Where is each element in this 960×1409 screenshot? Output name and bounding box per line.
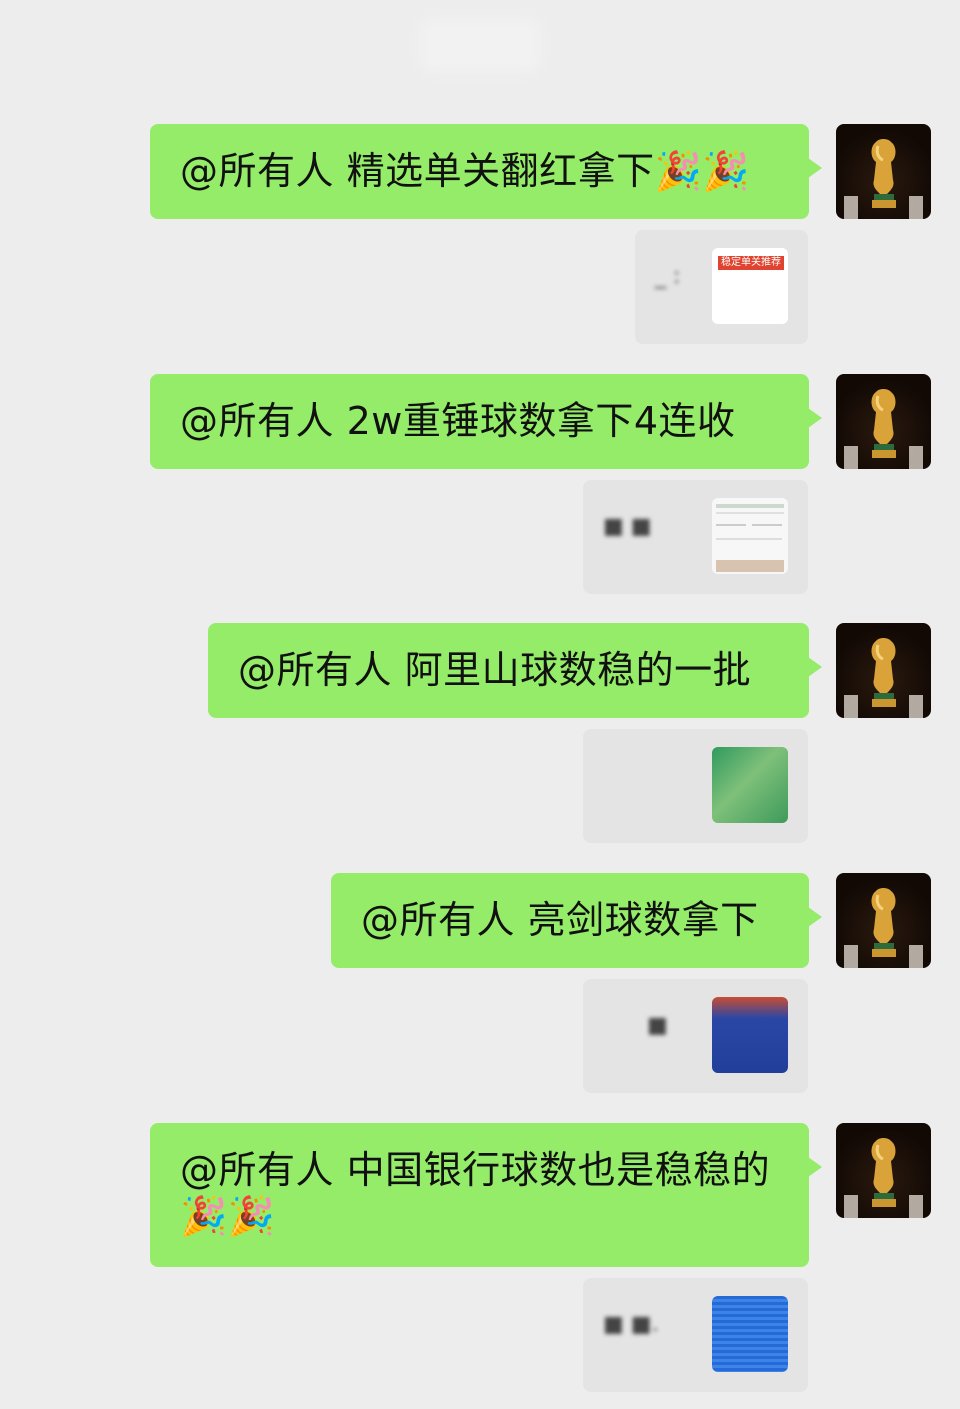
card-title: ■ [647,1013,668,1038]
message-text: @所有人 亮剑球数拿下 [361,898,759,942]
shared-card[interactable]: ■ [583,979,808,1093]
trophy-icon [844,389,923,469]
card-thumbnail [712,1296,788,1372]
message-text: @所有人 阿里山球数稳的一批 [238,648,752,692]
card-thumbnail [712,747,788,823]
blurred-timestamp [430,28,530,62]
card-title: ■ ■ [603,514,652,539]
message-text: @所有人 中国银行球数也是稳稳的🎉🎉 [180,1148,771,1238]
trophy-icon [844,1138,923,1218]
sender-avatar[interactable] [836,873,931,968]
message-bubble[interactable]: @所有人 2w重锤球数拿下4连收 [150,374,822,469]
card-thumbnail: 稳定单关推荐 [712,248,788,324]
sender-avatar[interactable] [836,1123,931,1218]
shared-card[interactable]: _ : 稳定单关推荐 [635,230,808,344]
message-text: @所有人 2w重锤球数拿下4连收 [180,399,736,443]
card-thumbnail [712,498,788,574]
shared-card[interactable]: ■ ■. [583,1278,808,1392]
trophy-icon [844,638,923,718]
shared-card[interactable] [583,729,808,843]
message-bubble[interactable]: @所有人 亮剑球数拿下 [331,873,822,968]
sender-avatar[interactable] [836,124,931,219]
card-title: ■ ■. [603,1312,659,1337]
trophy-icon [844,888,923,968]
thumbnail-tag: 稳定单关推荐 [718,256,784,270]
message-bubble[interactable]: @所有人 阿里山球数稳的一批 [208,623,822,718]
card-title: _ : [655,264,681,289]
message-text: @所有人 精选单关翻红拿下🎉🎉 [180,149,751,193]
shared-card[interactable]: ■ ■ [583,480,808,594]
sender-avatar[interactable] [836,374,931,469]
message-bubble[interactable]: @所有人 精选单关翻红拿下🎉🎉 [150,124,822,219]
chat-screen: @所有人 精选单关翻红拿下🎉🎉 _ : 稳定单关推荐 @所有人 2w重锤球数拿下… [0,0,960,1409]
card-thumbnail [712,997,788,1073]
trophy-icon [844,139,923,219]
message-bubble[interactable]: @所有人 中国银行球数也是稳稳的🎉🎉 [150,1123,822,1267]
sender-avatar[interactable] [836,623,931,718]
